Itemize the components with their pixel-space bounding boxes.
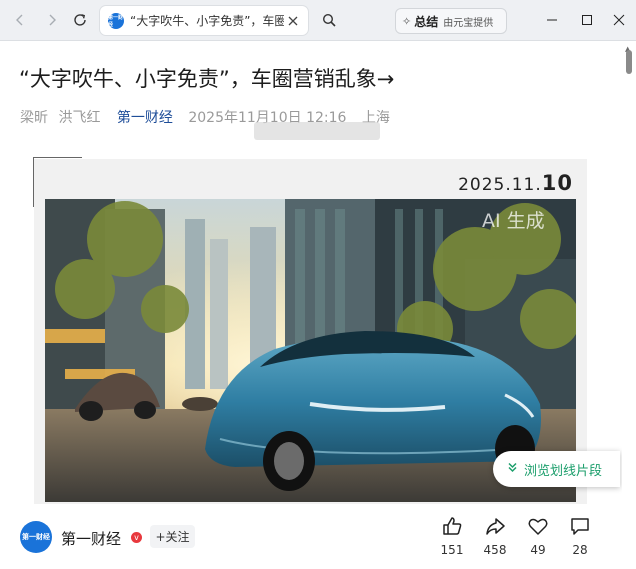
thumbs-up-icon [443,517,462,535]
article-footer-bar: 第一财经 第一财经 v +关注 151 458 49 28 [0,504,620,569]
follow-button[interactable]: +关注 [150,525,195,548]
browser-titlebar: 第一财经 “大字吹牛、小字免责”，车圈营销乱象→ ✧ 总结 由元宝提供 [0,0,636,41]
browse-highlights-button[interactable]: 浏览划线片段 [493,451,620,487]
heart-icon [528,518,548,535]
back-arrow-icon[interactable] [8,8,32,32]
sparkle-icon: ✧ [402,14,412,28]
image-date-prefix: 2025.11. [458,175,542,195]
scrollbar[interactable]: ▲ [622,41,636,569]
minimize-icon[interactable] [540,8,564,32]
like-count: 151 [440,543,464,557]
close-icon[interactable] [284,12,302,30]
author-name[interactable]: 洪飞红 [58,110,100,126]
favorite-count: 49 [530,543,546,557]
browse-highlights-label: 浏览划线片段 [524,463,603,479]
summary-provider: 由元宝提供 [443,17,494,29]
search-icon[interactable] [315,7,343,34]
share-count: 458 [483,543,507,557]
image-date-day: 10 [541,171,573,195]
forward-arrow-icon[interactable] [40,8,64,32]
loading-placeholder [254,122,380,140]
tab-favicon: 第一财经 [108,12,124,29]
article-page: “大字吹牛、小字免责”，车圈营销乱象→ 梁昕 洪飞红 第一财经 2025年11月… [0,41,620,569]
summary-label: 总结 [414,14,439,29]
browser-tab[interactable]: 第一财经 “大字吹牛、小字免责”，车圈营销乱象→ [100,6,308,35]
maximize-icon[interactable] [575,8,599,32]
avatar[interactable]: 第一财经 [20,521,52,553]
summary-button[interactable]: ✧ 总结 由元宝提供 [395,8,507,34]
comment-count: 28 [572,543,588,557]
source-link[interactable]: 第一财经 [117,110,173,126]
double-chevron-down-icon [507,462,518,476]
verified-badge-icon: v [131,532,142,543]
window-close-icon[interactable] [607,8,631,32]
scroll-thumb[interactable] [626,50,632,74]
author-name[interactable]: 梁昕 [20,110,48,126]
comment-button[interactable]: 28 [563,515,597,557]
like-button[interactable]: 151 [435,515,469,557]
ai-watermark: AI 生成 [482,210,545,232]
frame-corner-line [33,157,82,158]
tab-title: “大字吹牛、小字免责”，车圈营销乱象→ [130,14,284,28]
favorite-button[interactable]: 49 [521,515,555,557]
share-button[interactable]: 458 [478,515,512,557]
image-date: 2025.11.10 [458,171,573,195]
share-icon [486,518,505,535]
article-title: “大字吹牛、小字免责”，车圈营销乱象→ [19,67,395,91]
reload-icon[interactable] [68,8,92,32]
publisher-name[interactable]: 第一财经 [61,528,121,549]
comment-icon [571,518,589,535]
